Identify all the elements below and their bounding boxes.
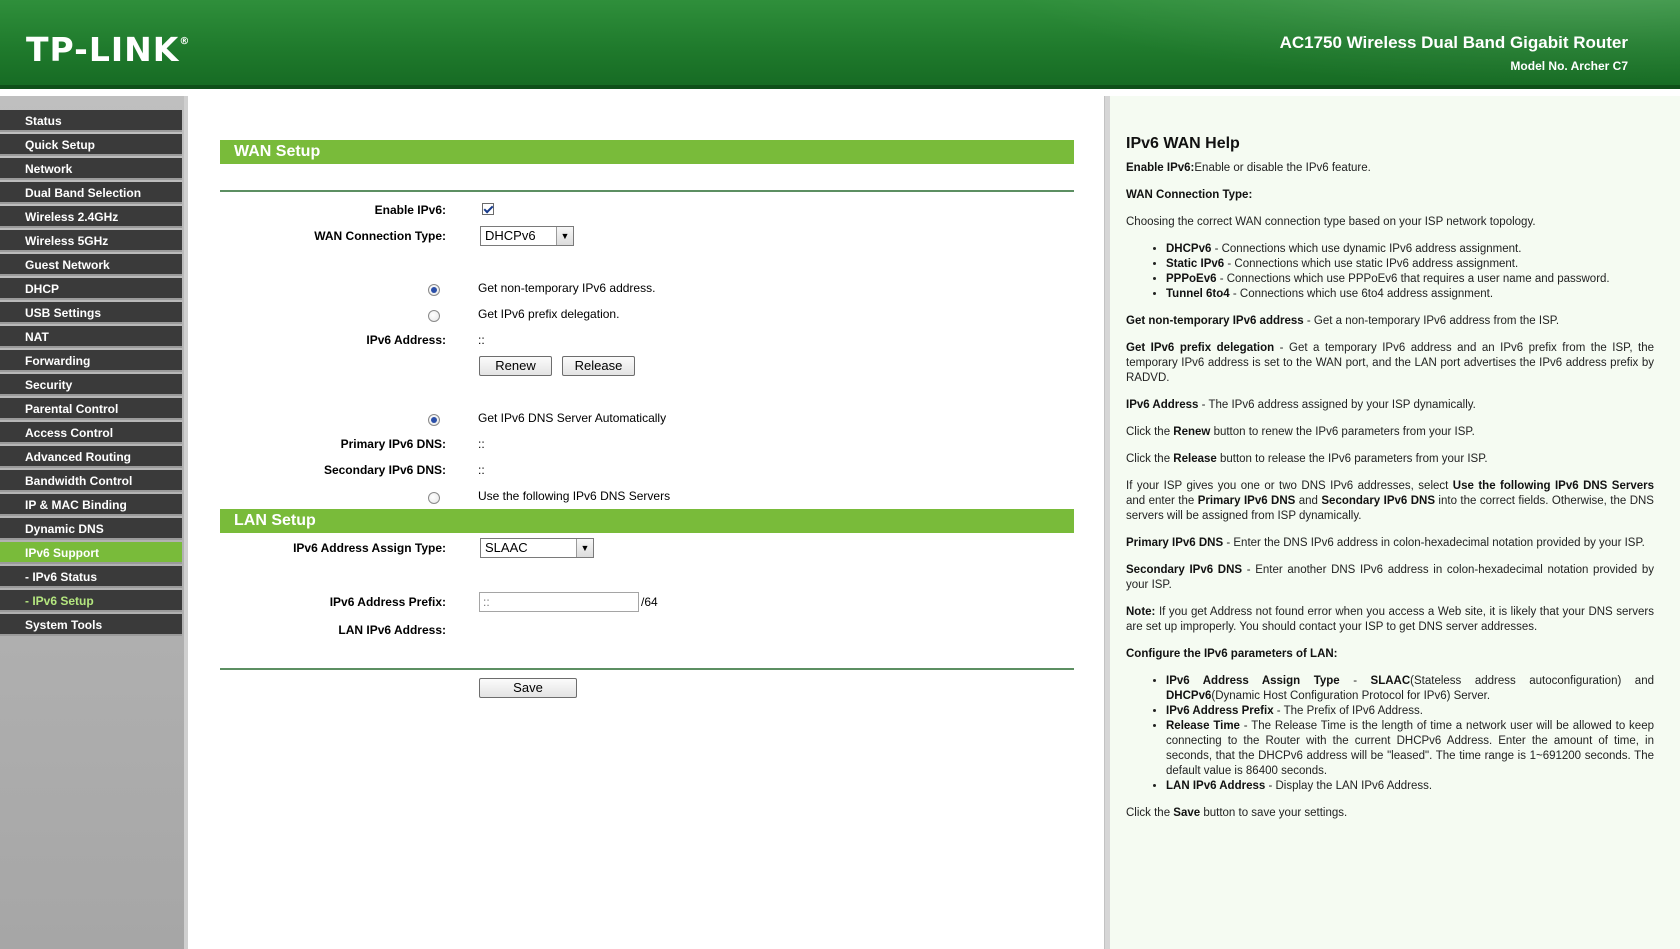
chevron-down-icon[interactable]: ▼ [556,227,573,245]
sidebar-item-forwarding[interactable]: Forwarding [0,350,182,372]
wan-connection-type-select[interactable]: DHCPv6 ▼ [480,226,574,246]
list-item: Tunnel 6to4 - Connections which use 6to4… [1166,287,1654,302]
help-address: IPv6 Address - The IPv6 address assigned… [1126,399,1476,411]
lan-setup-title: LAN Setup [220,509,1074,533]
wan-setup-title: WAN Setup [220,140,1074,164]
sidebar-item-dual-band-selection[interactable]: Dual Band Selection [0,182,182,204]
help-renew: Click the Renew button to renew the IPv6… [1126,426,1475,438]
lan-separator-line [220,668,1074,670]
primary-dns-label: Primary IPv6 DNS: [340,437,446,451]
prefix-delegation-radio[interactable] [428,310,440,322]
sidebar-subitem-ipv6-status[interactable]: - IPv6 Status [0,566,182,588]
list-item: PPPoEv6 - Connections which use PPPoEv6 … [1166,272,1654,287]
sidebar-item-advanced-routing[interactable]: Advanced Routing [0,446,182,468]
help-prefix: Get IPv6 prefix delegation - Get a tempo… [1126,342,1655,384]
list-item: IPv6 Address Assign Type - SLAAC(Statele… [1166,674,1654,704]
dns-manual-radio[interactable] [428,492,440,504]
list-item: DHCPv6 - Connections which use dynamic I… [1166,242,1654,257]
address-assign-type-select[interactable]: SLAAC ▼ [480,538,594,558]
sidebar-item-usb-settings[interactable]: USB Settings [0,302,182,324]
address-prefix-label: IPv6 Address Prefix: [329,595,446,609]
help-connection-types-list: DHCPv6 - Connections which use dynamic I… [1126,242,1654,302]
sidebar-divider [184,96,188,949]
sidebar-item-nat[interactable]: NAT [0,326,182,348]
address-prefix-input[interactable]: :: [479,592,639,612]
list-item: IPv6 Address Prefix - The Prefix of IPv6… [1166,704,1654,719]
sidebar-item-dynamic-dns[interactable]: Dynamic DNS [0,518,182,540]
enable-ipv6-checkbox[interactable] [482,203,494,215]
sidebar-item-quick-setup[interactable]: Quick Setup [0,134,182,156]
secondary-dns-value: :: [478,463,485,477]
dns-auto-option-label: Get IPv6 DNS Server Automatically [478,411,667,425]
sidebar-item-wireless-24ghz[interactable]: Wireless 2.4GHz [0,206,182,228]
help-dns-servers: If your ISP gives you one or two DNS IPv… [1126,480,1655,522]
sidebar-item-status[interactable]: Status [0,110,182,132]
ipv6-address-value: :: [478,333,485,347]
help-enable-ipv6: Enable IPv6:Enable or disable the IPv6 f… [1126,162,1371,174]
sidebar-item-network[interactable]: Network [0,158,182,180]
wan-separator-line [220,190,1074,192]
help-wan-connection-type: WAN Connection Type: [1126,189,1253,201]
wan-connection-type-value: DHCPv6 [485,228,536,243]
sidebar-item-ipv6-support[interactable]: IPv6 Support [0,542,182,564]
help-panel: IPv6 WAN Help Enable IPv6:Enable or disa… [1110,96,1680,949]
help-save: Click the Save button to save your setti… [1126,807,1348,819]
sidebar-item-system-tools[interactable]: System Tools [0,614,182,636]
help-content: IPv6 WAN Help Enable IPv6:Enable or disa… [1126,136,1654,833]
renew-button[interactable]: Renew [479,356,552,376]
model-number: Model No. Archer C7 [1510,59,1628,73]
sidebar-subitem-ipv6-setup[interactable]: - IPv6 Setup [0,590,182,612]
nontemp-address-radio[interactable] [428,284,440,296]
help-title: IPv6 WAN Help [1126,135,1240,152]
primary-dns-value: :: [478,437,485,451]
release-button[interactable]: Release [562,356,635,376]
dns-auto-radio[interactable] [428,414,440,426]
ipv6-address-label: IPv6 Address: [366,333,446,347]
sidebar-item-guest-network[interactable]: Guest Network [0,254,182,276]
help-nontemp: Get non-temporary IPv6 address - Get a n… [1126,315,1560,327]
list-item: Static IPv6 - Connections which use stat… [1166,257,1654,272]
registered-mark: ® [179,36,191,47]
tp-link-logo: TP-LINK® [26,30,191,69]
wan-connection-type-label: WAN Connection Type: [314,229,446,243]
secondary-dns-label: Secondary IPv6 DNS: [323,463,446,477]
sidebar-item-wireless-5ghz[interactable]: Wireless 5GHz [0,230,182,252]
help-lan-config: Configure the IPv6 parameters of LAN: [1126,648,1338,660]
sidebar-menu: Status Quick Setup Network Dual Band Sel… [0,96,184,949]
nontemp-address-option-label: Get non-temporary IPv6 address. [478,281,656,295]
list-item: Release Time - The Release Time is the l… [1166,719,1654,779]
lan-ipv6-address-label: LAN IPv6 Address: [338,623,446,637]
sidebar-item-access-control[interactable]: Access Control [0,422,182,444]
sidebar-item-security[interactable]: Security [0,374,182,396]
chevron-down-icon[interactable]: ▼ [576,539,593,557]
header-bottom-line [0,85,1680,89]
address-prefix-suffix: /64 [641,595,658,609]
help-lan-params-list: IPv6 Address Assign Type - SLAAC(Statele… [1126,674,1654,794]
sidebar-item-ip-mac-binding[interactable]: IP & MAC Binding [0,494,182,516]
sidebar-item-parental-control[interactable]: Parental Control [0,398,182,420]
address-assign-type-value: SLAAC [485,540,528,555]
address-assign-type-label: IPv6 Address Assign Type: [293,541,446,555]
prefix-delegation-option-label: Get IPv6 prefix delegation. [478,307,620,321]
help-release: Click the Release button to release the … [1126,453,1488,465]
help-choosing: Choosing the correct WAN connection type… [1126,216,1536,228]
help-primary-dns: Primary IPv6 DNS - Enter the DNS IPv6 ad… [1126,537,1645,549]
help-note: Note: If you get Address not found error… [1126,606,1654,633]
sidebar-item-dhcp[interactable]: DHCP [0,278,182,300]
dns-manual-option-label: Use the following IPv6 DNS Servers [478,489,671,503]
sidebar-item-bandwidth-control[interactable]: Bandwidth Control [0,470,182,492]
save-button[interactable]: Save [479,678,577,698]
help-secondary-dns: Secondary IPv6 DNS - Enter another DNS I… [1126,564,1654,591]
list-item: LAN IPv6 Address - Display the LAN IPv6 … [1166,779,1654,794]
header-banner: TP-LINK® AC1750 Wireless Dual Band Gigab… [0,0,1680,89]
product-name: AC1750 Wireless Dual Band Gigabit Router [1279,33,1628,52]
enable-ipv6-label: Enable IPv6: [374,203,446,217]
